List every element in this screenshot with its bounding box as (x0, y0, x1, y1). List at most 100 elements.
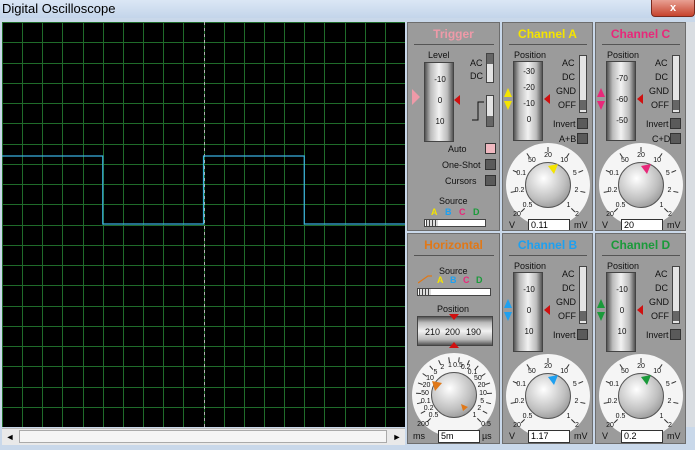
dial-label: 2 (668, 422, 672, 429)
level-drum[interactable]: -10 0 10 (424, 62, 454, 142)
ch-c-drum-value: -70 (616, 74, 628, 83)
ch-d-drum-value: -10 (616, 285, 628, 294)
cursors-label: Cursors (445, 176, 477, 186)
dial-label: 20 (637, 363, 645, 370)
h-pos-value: 190 (466, 327, 482, 337)
channel-b-panel: Channel B Position -10 0 10 AC DC GND OFF … (502, 233, 593, 444)
dial-label: 0.5 (481, 421, 491, 428)
ch-b-position-drum[interactable]: -10 0 10 (513, 272, 543, 352)
edge-switch[interactable] (486, 95, 494, 127)
channel-c-panel: Channel C Position -70 -60 -50 AC DC GND O… (595, 22, 686, 231)
source-b[interactable]: B (445, 207, 452, 217)
dial-label: 50 (620, 156, 629, 164)
ch-b-coupling-switch[interactable] (579, 266, 587, 324)
ch-d-unit-mv: mV (667, 431, 681, 441)
ch-d-off: OFF (651, 311, 669, 321)
ch-c-coupling-switch[interactable] (672, 55, 680, 113)
ch-c-volts-value-box[interactable]: 20 (621, 219, 663, 230)
horizontal-source-slider[interactable] (417, 288, 491, 296)
scroll-left-button[interactable]: ◄ (2, 429, 18, 445)
h-source-a[interactable]: A (437, 275, 444, 285)
ch-b-volts-value-box[interactable]: 1.17 (528, 430, 570, 443)
ch-c-position-label: Position (607, 50, 640, 60)
ch-c-position-drum[interactable]: -70 -60 -50 (606, 61, 636, 141)
ch-d-drum-value: 10 (617, 327, 627, 336)
divider (509, 44, 587, 45)
dial-label: 20 (637, 152, 645, 159)
coupling-switch[interactable] (486, 53, 494, 83)
ch-b-drum-value: 0 (526, 306, 532, 315)
ch-c-drum-value: -60 (616, 95, 628, 104)
dial-label: 200 (417, 421, 429, 428)
ch-c-drum-value: -50 (616, 116, 628, 125)
ch-b-unit-v: V (509, 431, 516, 441)
dial-label: 1 (659, 412, 664, 420)
dial-label: 1 (472, 411, 477, 419)
divider (602, 255, 680, 256)
ch-b-off: OFF (558, 311, 576, 321)
ch-a-off: OFF (558, 100, 576, 110)
ch-a-coupling-switch[interactable] (579, 55, 587, 113)
trigger-source-slider[interactable] (424, 219, 486, 227)
ch-d-invert-button[interactable] (670, 329, 681, 340)
scroll-thumb[interactable] (19, 430, 387, 443)
horizontal-scrollbar[interactable]: ◄ ► (2, 428, 405, 445)
channel-b-title: Channel B (517, 238, 578, 252)
h-unit-left: ms (413, 431, 425, 441)
ch-a-invert-button[interactable] (577, 118, 588, 129)
auto-button[interactable] (485, 143, 496, 154)
source-a[interactable]: A (431, 207, 438, 217)
level-label: Level (428, 50, 450, 60)
ch-c-pointer-icon (641, 164, 651, 174)
source-c[interactable]: C (459, 207, 466, 217)
source-d[interactable]: D (473, 207, 480, 217)
ch-d-pointer-icon (641, 375, 651, 385)
channel-a-title: Channel A (518, 27, 577, 41)
ch-a-drum-value: -10 (523, 99, 535, 108)
ch-c-invert-button[interactable] (670, 118, 681, 129)
horizontal-title: Horizontal (424, 238, 483, 252)
ch-c-gnd: GND (649, 86, 669, 96)
ch-b-position-label: Position (514, 261, 547, 271)
ch-a-drum-value: 0 (526, 115, 532, 124)
ch-d-drum-value: 0 (619, 306, 625, 315)
ch-b-ac: AC (562, 269, 575, 279)
scope-display (2, 22, 405, 427)
channel-d-title: Channel D (610, 238, 671, 252)
timebase-knob[interactable] (431, 372, 477, 418)
ch-a-pointer-icon (548, 164, 558, 174)
ch-a-invert-label: Invert (553, 119, 576, 129)
ch-c-off: OFF (651, 100, 669, 110)
ch-d-position-drum[interactable]: -10 0 10 (606, 272, 636, 352)
cursors-button[interactable] (485, 175, 496, 186)
ch-b-drum-value: 10 (524, 327, 534, 336)
scroll-right-button[interactable]: ► (389, 429, 405, 445)
close-button[interactable]: x (651, 0, 695, 17)
h-source-d[interactable]: D (476, 275, 483, 285)
ch-d-volts-value-box[interactable]: 0.2 (621, 430, 663, 443)
ch-a-position-drum[interactable]: -30 -20 -10 0 (513, 61, 543, 141)
h-pos-value: 200 (445, 327, 461, 337)
ch-a-volts-value-box[interactable]: 0.11 (528, 219, 570, 230)
ac-label: AC (470, 58, 483, 68)
h-source-c[interactable]: C (463, 275, 470, 285)
channel-d-panel: Channel D Position -10 0 10 AC DC GND OFF … (595, 233, 686, 444)
ch-d-gnd: GND (649, 297, 669, 307)
ch-c-ac: AC (655, 58, 668, 68)
divider (602, 44, 680, 45)
dial-label: 2 (668, 211, 672, 218)
channel-c-title: Channel C (610, 27, 671, 41)
ch-b-invert-button[interactable] (577, 329, 588, 340)
level-value: 10 (435, 117, 445, 126)
timebase-value-box[interactable]: 5m (438, 430, 480, 443)
dial-label: 1 (659, 201, 664, 209)
oscilloscope-screen (2, 22, 405, 427)
level-marker-left-icon (412, 89, 420, 105)
h-pos-value: 210 (425, 327, 441, 337)
ch-c-dc: DC (655, 72, 668, 82)
h-source-b[interactable]: B (450, 275, 457, 285)
one-shot-button[interactable] (485, 159, 496, 170)
ch-d-unit-v: V (602, 431, 609, 441)
dial-label: 50 (527, 156, 536, 164)
ch-d-coupling-switch[interactable] (672, 266, 680, 324)
